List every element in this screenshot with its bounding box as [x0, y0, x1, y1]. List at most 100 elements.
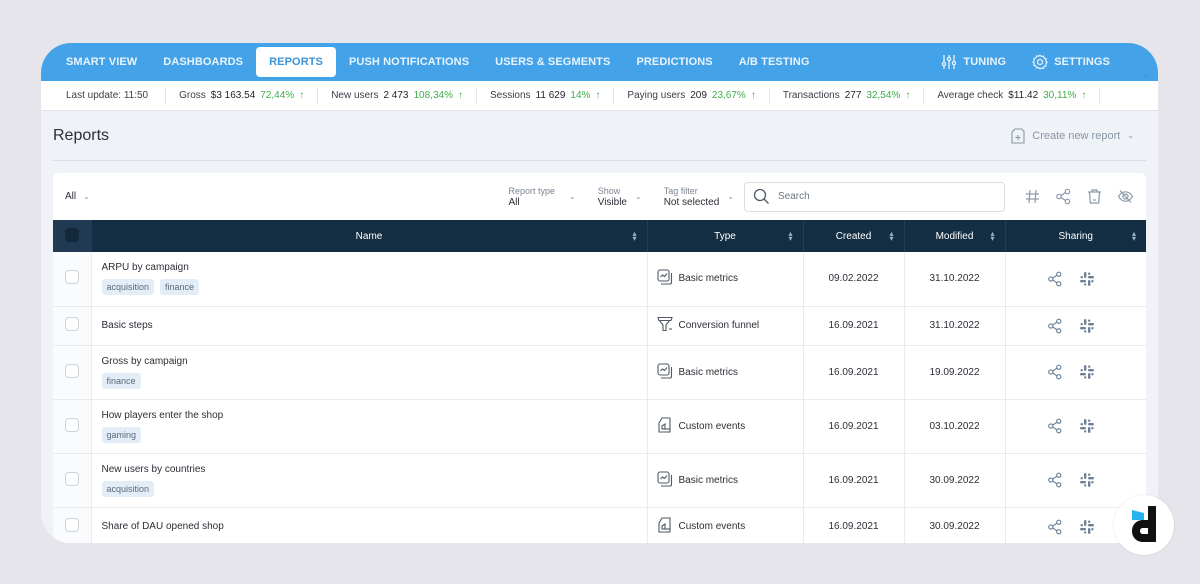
- tag-filter-dropdown[interactable]: Tag filter Not selected ⌄: [664, 185, 734, 209]
- stat-value: 209: [690, 90, 707, 101]
- sort-icon[interactable]: ▴ ▾: [1132, 230, 1136, 243]
- sharing-cell: [1005, 399, 1146, 453]
- share-link-button[interactable]: [1046, 417, 1064, 435]
- nav-tuning[interactable]: TUNING: [928, 47, 1019, 77]
- stats-bar: Last update: 11:50 Gross $3 163.54 72,44% ↑…: [41, 73, 1158, 111]
- report-name[interactable]: Gross by campaign: [102, 356, 647, 367]
- created-cell: 16.09.2021: [803, 507, 905, 543]
- page-title: Reports: [53, 126, 110, 144]
- row-checkbox[interactable]: [64, 317, 79, 331]
- name-cell[interactable]: ARPU by campaign acquisition finance: [91, 252, 648, 306]
- share-link-button[interactable]: [1046, 518, 1064, 536]
- name-cell[interactable]: Gross by campaign finance: [91, 345, 648, 399]
- share-link-button[interactable]: [1046, 471, 1064, 489]
- tag-chip[interactable]: acquisition: [101, 279, 155, 296]
- sort-icon[interactable]: ▴ ▾: [990, 230, 994, 243]
- row-checkbox-cell[interactable]: [53, 345, 92, 399]
- modified-date: 30.09.2022: [929, 474, 980, 486]
- tag-chip[interactable]: gaming: [101, 426, 142, 443]
- tag-chip[interactable]: acquisition: [101, 480, 155, 497]
- row-checkbox[interactable]: [64, 417, 79, 432]
- chevron-down-icon: ⌄: [1127, 131, 1134, 140]
- report-name[interactable]: How players enter the shop: [102, 410, 647, 421]
- share-button[interactable]: [1054, 188, 1072, 206]
- nav-dashboards[interactable]: DASHBOARDS: [150, 47, 256, 77]
- nav-predictions[interactable]: PREDICTIONS: [623, 47, 725, 77]
- row-checkbox[interactable]: [64, 363, 79, 378]
- slack-icon: [1079, 473, 1094, 487]
- report-name[interactable]: ARPU by campaign: [102, 262, 647, 273]
- slack-share-button[interactable]: [1078, 471, 1096, 489]
- slack-share-button[interactable]: [1078, 363, 1096, 381]
- column-header-name[interactable]: Name ▴ ▾: [91, 220, 648, 252]
- table-row[interactable]: Basic steps Conversion funnel 16.09.2021…: [53, 306, 1146, 345]
- share-link-button[interactable]: [1046, 317, 1064, 335]
- column-header-created[interactable]: Created ▴ ▾: [803, 220, 905, 252]
- row-checkbox-cell[interactable]: [53, 399, 92, 453]
- name-cell[interactable]: How players enter the shop gaming: [91, 399, 648, 453]
- row-checkbox[interactable]: [64, 270, 79, 285]
- create-new-report-button[interactable]: Create new report ⌄: [1011, 127, 1146, 144]
- created-date: 16.09.2021: [828, 366, 879, 378]
- row-checkbox-cell[interactable]: [53, 306, 92, 345]
- row-checkbox[interactable]: [64, 518, 79, 532]
- devtodev-logo[interactable]: [1114, 495, 1174, 555]
- tag-filter-value: Not selected: [663, 196, 720, 208]
- tag-button[interactable]: [1023, 188, 1041, 206]
- slack-icon: [1079, 318, 1094, 333]
- nav-settings[interactable]: SETTINGS: [1019, 47, 1123, 77]
- select-all-checkbox-cell[interactable]: [53, 220, 92, 252]
- share-link-button[interactable]: [1046, 270, 1064, 288]
- logo-icon: [1132, 506, 1156, 542]
- slack-share-button[interactable]: [1078, 417, 1096, 435]
- nav-smart-view[interactable]: SMART VIEW: [53, 47, 150, 77]
- nav-reports[interactable]: REPORTS: [256, 47, 336, 77]
- hide-button[interactable]: [1116, 188, 1134, 206]
- row-checkbox-cell[interactable]: [53, 507, 92, 543]
- sort-icon[interactable]: ▴ ▾: [889, 230, 893, 243]
- column-header-modified[interactable]: Modified ▴ ▾: [904, 220, 1006, 252]
- stat-label: Transactions: [782, 90, 840, 101]
- report-type-dropdown[interactable]: Report type All ⌄: [508, 185, 575, 209]
- collapse-chevron-up-icon[interactable]: ^: [1138, 71, 1152, 85]
- stat-value: $11.42: [1008, 90, 1039, 101]
- row-checkbox-cell[interactable]: [53, 252, 92, 306]
- slack-share-button[interactable]: [1078, 270, 1096, 288]
- nav-push-notifications[interactable]: PUSH NOTIFICATIONS: [336, 47, 482, 77]
- report-name[interactable]: New users by countries: [102, 464, 647, 475]
- all-filter-dropdown[interactable]: All ⌄: [65, 191, 90, 202]
- report-name[interactable]: Basic steps: [102, 320, 647, 331]
- sort-icon[interactable]: ▴ ▾: [632, 230, 636, 243]
- column-header-type[interactable]: Type ▴ ▾: [647, 220, 804, 252]
- delete-button[interactable]: [1085, 188, 1103, 206]
- slack-share-button[interactable]: [1078, 518, 1096, 536]
- row-checkbox-cell[interactable]: [53, 453, 92, 507]
- table-row[interactable]: New users by countries acquisition Basic…: [53, 453, 1146, 507]
- nav-ab-testing[interactable]: A/B TESTING: [726, 47, 823, 77]
- search-input[interactable]: [778, 191, 978, 202]
- modified-date: 31.10.2022: [929, 273, 980, 285]
- table-row[interactable]: Gross by campaign finance Basic metrics …: [53, 345, 1146, 399]
- stat-transactions: Transactions 277 32,54% ↑: [770, 87, 925, 104]
- created-date: 16.09.2021: [828, 320, 879, 331]
- table-row[interactable]: ARPU by campaign acquisition finance Basi…: [53, 252, 1146, 306]
- report-name[interactable]: Share of DAU opened shop: [102, 521, 647, 532]
- column-header-sharing[interactable]: Sharing ▴ ▾: [1005, 220, 1146, 252]
- name-cell[interactable]: Basic steps: [91, 306, 648, 345]
- tag-chip[interactable]: finance: [101, 372, 141, 389]
- table-row[interactable]: How players enter the shop gaming Custom…: [53, 399, 1146, 453]
- tag-chip[interactable]: finance: [160, 279, 200, 296]
- nav-users-segments[interactable]: USERS & SEGMENTS: [482, 47, 623, 77]
- row-checkbox[interactable]: [64, 471, 79, 486]
- modified-cell: 19.09.2022: [904, 345, 1006, 399]
- show-dropdown[interactable]: Show Visible ⌄: [598, 185, 642, 209]
- select-all-checkbox[interactable]: [64, 227, 79, 242]
- created-date: 16.09.2021: [828, 420, 879, 432]
- table-row[interactable]: Share of DAU opened shop Custom events 1…: [53, 507, 1146, 543]
- share-link-button[interactable]: [1046, 363, 1064, 381]
- slack-share-button[interactable]: [1078, 317, 1096, 335]
- name-cell[interactable]: New users by countries acquisition: [91, 453, 648, 507]
- sort-icon[interactable]: ▴ ▾: [788, 230, 792, 243]
- name-cell[interactable]: Share of DAU opened shop: [91, 507, 648, 543]
- type-cell: Basic metrics: [647, 453, 804, 507]
